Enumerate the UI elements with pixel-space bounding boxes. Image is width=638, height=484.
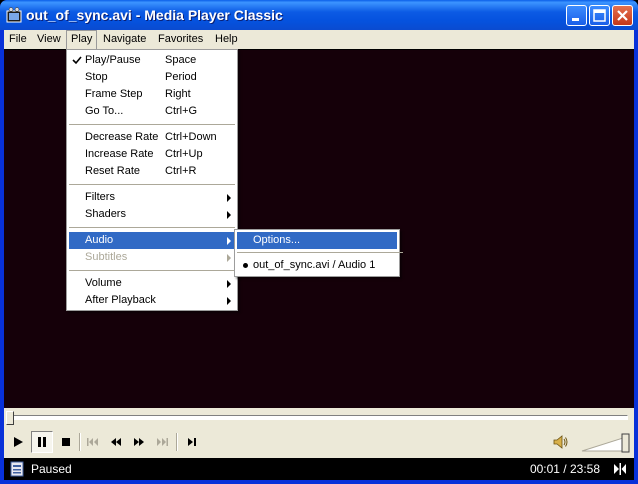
menu-item-after-playback[interactable]: After Playback xyxy=(69,292,235,309)
skip-forward-icon xyxy=(157,438,168,446)
menu-favorites[interactable]: Favorites xyxy=(154,30,207,49)
document-icon xyxy=(10,461,24,477)
menu-item-subtitles: Subtitles xyxy=(69,249,235,266)
status-bar: Paused 00:01 / 23:58 xyxy=(4,458,634,480)
submenu-arrow-icon xyxy=(227,280,231,288)
menu-separator xyxy=(69,124,235,125)
minimize-icon xyxy=(572,18,579,21)
menu-item-reset-rate[interactable]: Reset Rate Ctrl+R xyxy=(69,163,235,180)
rewind-icon xyxy=(111,438,121,446)
rewind-button[interactable] xyxy=(105,431,127,453)
fast-forward-button[interactable] xyxy=(128,431,150,453)
menu-item-audio[interactable]: Audio xyxy=(69,232,235,249)
menu-separator xyxy=(69,270,235,271)
menu-item-go-to[interactable]: Go To... Ctrl+G xyxy=(69,103,235,120)
frame-step-button[interactable] xyxy=(181,431,203,453)
speaker-icon[interactable] xyxy=(552,433,570,451)
menu-separator xyxy=(69,227,235,228)
submenu-arrow-icon xyxy=(227,297,231,305)
seek-track[interactable] xyxy=(8,415,628,420)
audio-submenu: Options... out_of_sync.avi / Audio 1 xyxy=(234,229,403,277)
chapter-nav-icon[interactable] xyxy=(612,461,628,477)
film-icon xyxy=(6,7,22,23)
maximize-icon xyxy=(593,9,606,22)
playback-buttons xyxy=(4,429,634,457)
minimize-button[interactable] xyxy=(566,5,587,26)
skip-forward-button[interactable] xyxy=(151,431,173,453)
title-bar[interactable]: out_of_sync.avi - Media Player Classic xyxy=(0,0,638,30)
menu-item-volume[interactable]: Volume xyxy=(69,275,235,292)
radio-dot-icon xyxy=(243,263,248,268)
frame-step-icon xyxy=(188,438,196,446)
skip-back-icon xyxy=(87,438,98,446)
menu-item-frame-step[interactable]: Frame Step Right xyxy=(69,86,235,103)
close-button[interactable] xyxy=(612,5,633,26)
seek-thumb[interactable] xyxy=(6,411,14,425)
play-icon xyxy=(14,437,23,447)
menu-view[interactable]: View xyxy=(33,30,65,49)
close-icon xyxy=(617,10,628,21)
checkmark-icon xyxy=(72,56,82,65)
submenu-arrow-icon xyxy=(227,237,231,245)
separator xyxy=(176,433,178,451)
stop-button[interactable] xyxy=(55,431,77,453)
menu-item-shaders[interactable]: Shaders xyxy=(69,206,235,223)
menu-play[interactable]: Play xyxy=(66,30,98,49)
maximize-button[interactable] xyxy=(589,5,610,26)
stop-icon xyxy=(62,438,70,446)
menu-item-stop[interactable]: Stop Period xyxy=(69,69,235,86)
playback-status: Paused xyxy=(31,462,72,476)
pause-button[interactable] xyxy=(31,431,53,453)
menu-separator xyxy=(237,252,403,253)
play-menu: Play/Pause Space Stop Period Frame Step … xyxy=(66,49,238,311)
menu-navigate[interactable]: Navigate xyxy=(99,30,150,49)
menu-item-play-pause[interactable]: Play/Pause Space xyxy=(69,52,235,69)
volume-slider[interactable] xyxy=(580,431,630,453)
fast-forward-icon xyxy=(134,438,144,446)
separator xyxy=(79,433,81,451)
time-display: 00:01 / 23:58 xyxy=(529,462,600,476)
menu-item-increase-rate[interactable]: Increase Rate Ctrl+Up xyxy=(69,146,235,163)
submenu-arrow-icon xyxy=(227,211,231,219)
menu-item-audio-track[interactable]: out_of_sync.avi / Audio 1 xyxy=(237,257,397,274)
control-panel xyxy=(4,408,634,458)
pause-icon xyxy=(38,437,46,447)
menu-item-filters[interactable]: Filters xyxy=(69,189,235,206)
menu-separator xyxy=(69,184,235,185)
menu-help[interactable]: Help xyxy=(211,30,242,49)
play-button[interactable] xyxy=(7,431,29,453)
window-title: out_of_sync.avi - Media Player Classic xyxy=(26,7,283,23)
menu-item-audio-options[interactable]: Options... xyxy=(237,232,397,249)
menu-bar: File View Play Navigate Favorites Help xyxy=(4,30,634,49)
submenu-arrow-icon xyxy=(227,254,231,262)
submenu-arrow-icon xyxy=(227,194,231,202)
menu-item-decrease-rate[interactable]: Decrease Rate Ctrl+Down xyxy=(69,129,235,146)
volume-thumb xyxy=(621,433,630,453)
menu-file[interactable]: File xyxy=(5,30,31,49)
seek-bar[interactable] xyxy=(4,408,634,428)
skip-back-button[interactable] xyxy=(82,431,104,453)
